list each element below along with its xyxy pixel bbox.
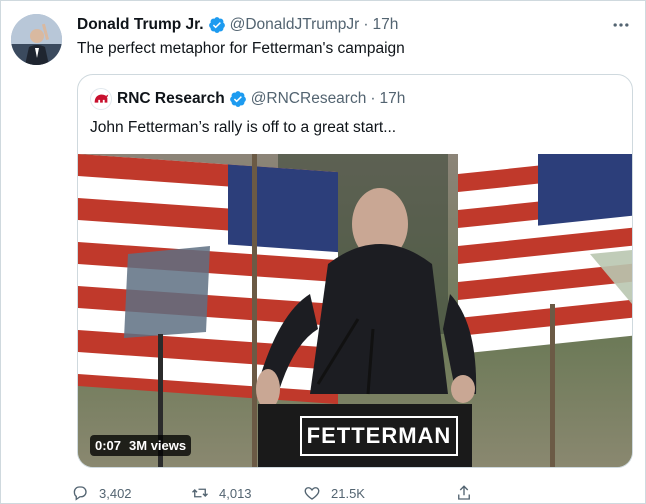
retweet-button[interactable]: 4,013 — [191, 483, 252, 503]
tweet-text: The perfect metaphor for Fetterman's cam… — [77, 40, 405, 57]
podium-sign-text: FETTERMAN — [306, 423, 452, 448]
podium-sign: FETTERMAN — [300, 416, 458, 456]
retweet-count: 4,013 — [219, 485, 252, 501]
like-button[interactable]: 21.5K — [303, 483, 365, 503]
tweet-actions: 3,402 4,013 21.5K — [71, 483, 591, 503]
verified-badge-icon — [229, 90, 247, 108]
share-icon — [458, 485, 470, 500]
more-icon[interactable] — [611, 15, 631, 35]
quoted-header: RNC Research @RNCResearch · 17h — [90, 87, 405, 111]
tweet-timestamp[interactable]: 17h — [373, 16, 399, 34]
author-name[interactable]: Donald Trump Jr. — [77, 16, 204, 34]
quoted-text: John Fetterman’s rally is off to a great… — [90, 119, 397, 136]
separator-dot: · — [363, 16, 369, 33]
quoted-timestamp[interactable]: 17h — [380, 90, 406, 108]
author-handle[interactable]: @DonaldJTrumpJr — [230, 16, 360, 34]
reply-icon — [73, 486, 87, 501]
reply-button[interactable]: 3,402 — [71, 483, 132, 503]
quoted-tweet[interactable]: RNC Research @RNCResearch · 17h John Fet… — [77, 74, 633, 468]
quoted-author-handle[interactable]: @RNCResearch — [251, 90, 367, 108]
tweet-header: Donald Trump Jr. @DonaldJTrumpJr · 17h — [77, 14, 398, 36]
video-badge: 0:07 3M views — [90, 435, 192, 456]
separator-dot: · — [370, 90, 376, 107]
like-icon — [304, 487, 320, 500]
retweet-icon — [192, 488, 208, 498]
video-duration: 0:07 — [95, 438, 122, 453]
reply-count: 3,402 — [99, 485, 132, 501]
like-count: 21.5K — [331, 485, 365, 501]
share-button[interactable] — [455, 483, 483, 503]
video-views: 3M views — [129, 438, 187, 453]
quoted-author-name[interactable]: RNC Research — [117, 90, 225, 108]
author-avatar[interactable] — [11, 14, 62, 65]
video-player[interactable]: FETTERMAN 0:07 3M views — [78, 154, 632, 467]
rnc-logo-icon[interactable] — [90, 88, 112, 110]
tweet-card[interactable]: Donald Trump Jr. @DonaldJTrumpJr · 17h T… — [0, 0, 646, 504]
verified-badge-icon — [208, 16, 226, 34]
